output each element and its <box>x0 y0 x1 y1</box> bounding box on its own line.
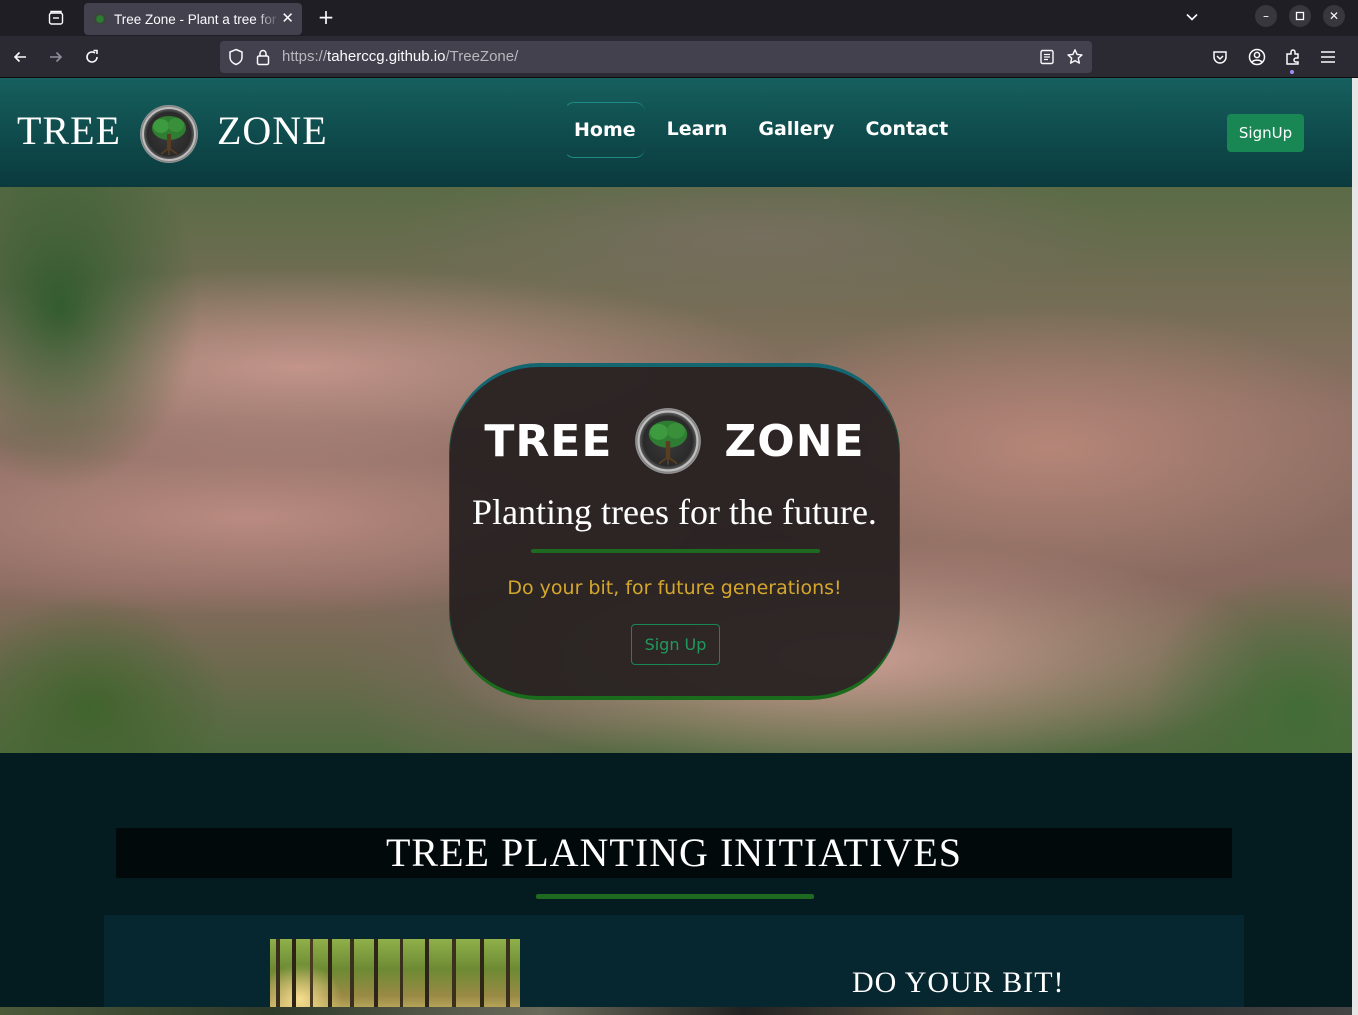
nav-home[interactable]: Home <box>564 102 645 158</box>
new-tab-icon[interactable]: + <box>314 4 338 30</box>
divider <box>531 549 820 553</box>
tree-logo-icon <box>635 408 702 474</box>
tab-title: Tree Zone - Plant a tree for the future <box>114 11 280 27</box>
gallery-strip-image <box>0 1007 1352 1015</box>
hero-brand-left: TREE <box>484 415 613 467</box>
hero-card: TREE ZONE Planting trees for the future.… <box>449 363 900 700</box>
hero-signup-button[interactable]: Sign Up <box>631 624 720 665</box>
hero-brand: TREE ZONE <box>450 407 899 475</box>
maximize-window-icon[interactable] <box>1289 5 1311 27</box>
pocket-icon[interactable] <box>1208 45 1232 69</box>
main-nav: Home Learn Gallery Contact <box>564 102 970 158</box>
hamburger-menu-icon[interactable] <box>1316 45 1340 69</box>
initiative-heading: DO YOUR BIT! <box>852 966 1065 999</box>
brand-text-right: ZONE <box>216 107 328 153</box>
brand-text-left: TREE <box>17 107 121 153</box>
account-icon[interactable] <box>1245 45 1269 69</box>
divider <box>536 894 814 899</box>
extensions-icon[interactable] <box>1281 45 1305 74</box>
tracking-protection-shield-icon[interactable] <box>228 48 244 70</box>
close-tab-icon[interactable]: ✕ <box>281 9 294 27</box>
nav-contact[interactable]: Contact <box>856 102 957 158</box>
lock-icon[interactable] <box>256 48 270 70</box>
star-icon[interactable] <box>1066 48 1084 70</box>
close-window-icon[interactable]: ✕ <box>1323 5 1345 27</box>
hero-brand-right: ZONE <box>724 415 865 467</box>
reload-icon[interactable] <box>80 45 104 69</box>
site-header: TREE ZONE Home Learn Gallery Contact Sig… <box>0 78 1352 187</box>
section-title: TREE PLANTING INITIATIVES <box>116 828 1232 878</box>
web-page: TREE ZONE Home Learn Gallery Contact Sig… <box>0 78 1352 1015</box>
forward-arrow-icon[interactable] <box>44 45 68 69</box>
signup-button[interactable]: SignUp <box>1227 114 1304 152</box>
tree-favicon-icon <box>94 13 106 25</box>
page-scrollbar[interactable] <box>1352 78 1358 1015</box>
hero-tagline: Planting trees for the future. <box>472 492 877 532</box>
forest-image <box>270 939 520 1015</box>
back-arrow-icon[interactable] <box>8 45 32 69</box>
brand-logo[interactable]: TREE ZONE <box>17 100 328 163</box>
browser-tab-bar: Tree Zone - Plant a tree for the future … <box>0 0 1358 36</box>
hero-subtitle: Do your bit, for future generations! <box>507 577 842 599</box>
chevron-down-icon[interactable] <box>1180 5 1204 29</box>
nav-gallery[interactable]: Gallery <box>749 102 843 158</box>
url-text: https://taherccg.github.io/TreeZone/ <box>282 48 519 65</box>
browser-tab-active[interactable]: Tree Zone - Plant a tree for the future … <box>84 3 302 35</box>
minimize-window-icon[interactable]: – <box>1255 5 1277 27</box>
tab-overview-icon[interactable] <box>40 4 72 32</box>
reader-view-icon[interactable] <box>1040 49 1054 69</box>
url-bar[interactable]: https://taherccg.github.io/TreeZone/ <box>220 41 1092 73</box>
tree-logo-icon <box>139 105 198 163</box>
notification-dot <box>1290 70 1294 74</box>
browser-nav-bar: https://taherccg.github.io/TreeZone/ <box>0 36 1358 78</box>
nav-learn[interactable]: Learn <box>658 102 737 158</box>
